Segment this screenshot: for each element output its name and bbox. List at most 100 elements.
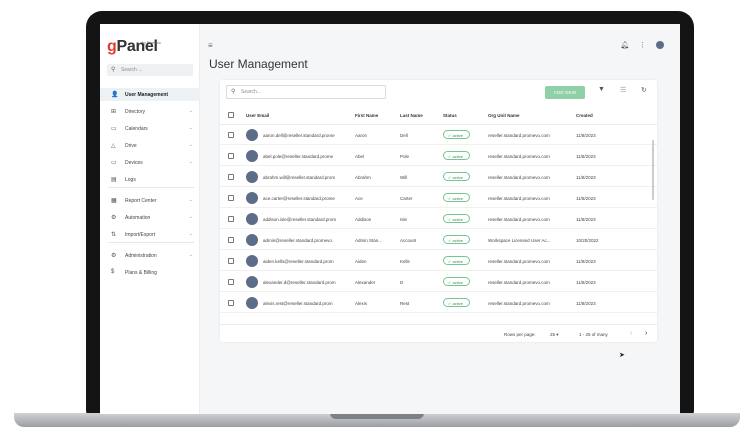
sidebar-item-import-export[interactable]: ⇅ Import/Export ⌄ (100, 228, 200, 241)
sidebar-item-label: Logs (125, 177, 136, 183)
cell-email[interactable]: aiden.kells@reseller.standard.prom (263, 259, 353, 264)
org-chart-icon: ⊞ (111, 109, 117, 115)
menu-icon[interactable]: ≡ (208, 41, 213, 50)
column-header-org-unit[interactable]: Org Unit Name (488, 113, 520, 118)
user-avatar (246, 192, 258, 204)
cell-email[interactable]: ace.carter@reseller.standard.prome (263, 196, 353, 201)
status-text: active (452, 259, 463, 264)
cell-created: 11/8/2023 (576, 280, 596, 285)
columns-icon[interactable]: ☰ (620, 86, 626, 94)
sidebar-search-input[interactable]: ⚲ Search ... (107, 64, 193, 76)
sidebar-item-administration[interactable]: ⚙ Administration ⌄ (100, 249, 200, 262)
prev-page-icon[interactable]: ‹ (630, 330, 632, 337)
status-badge: ✓ active (443, 256, 470, 265)
person-icon: 👤 (111, 92, 119, 98)
table-row[interactable]: abrahm.will@reseller.standard.prom Abrahm… (220, 167, 657, 187)
sidebar-item-user-management[interactable]: 👤 User Management (100, 88, 200, 101)
cell-org-unit: reseller.standard.promevo.com (488, 154, 550, 159)
status-badge: ✓ active (443, 151, 470, 160)
cell-created: 10/20/2022 (576, 238, 599, 243)
select-all-checkbox[interactable] (228, 112, 234, 118)
column-header-first-name[interactable]: First Name (355, 113, 378, 118)
bell-icon[interactable]: 🔔︎ (620, 42, 629, 49)
row-checkbox[interactable] (228, 195, 234, 201)
sidebar-item-label: Report Center (125, 198, 157, 204)
table-row[interactable]: alexis.rest@reseller.standard.prom Alexis… (220, 293, 657, 313)
cell-email[interactable]: abrahm.will@reseller.standard.prom (263, 175, 353, 180)
add-new-button[interactable]: ADD NEW (545, 86, 585, 99)
sidebar-item-drive[interactable]: △ Drive ⌄ (100, 139, 200, 152)
chevron-down-icon[interactable]: ⌄ (189, 214, 193, 220)
table-row[interactable]: ace.carter@reseller.standard.prome Ace Car… (220, 188, 657, 208)
column-header-created[interactable]: Created (576, 113, 593, 118)
column-header-status[interactable]: Status (443, 113, 457, 118)
filter-icon[interactable]: ▼ (598, 86, 605, 93)
column-header-last-name[interactable]: Last Name (400, 113, 423, 118)
row-checkbox[interactable] (228, 153, 234, 159)
status-badge: ✓ active (443, 298, 470, 307)
cell-last-name: Isle (400, 217, 408, 222)
table-row[interactable]: abel.pole@reseller.standard.prome Abel Pol… (220, 146, 657, 166)
row-checkbox[interactable] (228, 279, 234, 285)
row-checkbox[interactable] (228, 300, 234, 306)
table-row[interactable]: aaron.dell@reseller.standard.prome Aaron D… (220, 125, 657, 145)
status-text: active (452, 196, 463, 201)
refresh-icon[interactable]: ↻ (641, 86, 647, 94)
cell-org-unit: Workspace Licensed User Ac... (488, 238, 551, 243)
chevron-down-icon[interactable]: ⌄ (189, 252, 193, 258)
user-avatar[interactable] (656, 41, 664, 50)
sidebar-item-logs[interactable]: ▤ Logs (100, 173, 200, 186)
chevron-down-icon[interactable]: ⌄ (189, 159, 193, 165)
cell-first-name: Aiden (355, 259, 367, 264)
row-checkbox[interactable] (228, 258, 234, 264)
row-checkbox[interactable] (228, 216, 234, 222)
chevron-down-icon[interactable]: ⌄ (189, 197, 193, 203)
calendar-icon: ▭ (111, 126, 117, 132)
topbar-actions: 🔔︎ ⋮ (612, 41, 664, 50)
sidebar-item-devices[interactable]: ▭ Devices ⌄ (100, 156, 200, 169)
sidebar-item-calendars[interactable]: ▭ Calendars ⌄ (100, 122, 200, 135)
table-scrollbar[interactable] (652, 140, 654, 200)
table-row[interactable]: alexander.d@reseller.standard.prom Alexan… (220, 272, 657, 292)
cell-email[interactable]: addison.isle@reseller.standard.prom (263, 217, 353, 222)
next-page-icon[interactable]: › (645, 330, 647, 337)
more-vertical-icon[interactable]: ⋮ (639, 42, 646, 49)
cell-first-name: Abrahm (355, 175, 371, 180)
row-checkbox[interactable] (228, 174, 234, 180)
users-table-card: ⚲ Search... ADD NEW ▼ ☰ ↻ User Email Fir… (220, 80, 657, 342)
cell-email[interactable]: alexis.rest@reseller.standard.prom (263, 301, 353, 306)
cell-last-name: Pole (400, 154, 410, 159)
cell-created: 11/8/2023 (576, 301, 596, 306)
row-checkbox[interactable] (228, 237, 234, 243)
chevron-down-icon[interactable]: ⌄ (189, 142, 193, 148)
sidebar-item-automation[interactable]: ⚙ Automation ⌄ (100, 211, 200, 224)
chevron-down-icon[interactable]: ⌄ (189, 231, 193, 237)
table-row[interactable]: aiden.kells@reseller.standard.prom Aiden K… (220, 251, 657, 271)
table-row[interactable]: addison.isle@reseller.standard.prom Addis… (220, 209, 657, 229)
table-search-input[interactable]: ⚲ Search... (226, 85, 386, 99)
sidebar-item-directory[interactable]: ⊞ Directory ⌄ (100, 105, 200, 118)
chevron-down-icon[interactable]: ⌄ (189, 108, 193, 114)
cell-created: 11/8/2023 (576, 217, 596, 222)
user-avatar (246, 150, 258, 162)
status-badge: ✓ active (443, 193, 470, 202)
user-avatar (246, 276, 258, 288)
cell-email[interactable]: abel.pole@reseller.standard.prome (263, 154, 353, 159)
rows-per-page-select[interactable]: 25 ▾ (550, 332, 559, 338)
cell-first-name: Alexis (355, 301, 368, 306)
cell-email[interactable]: admin@reseller.standard.promevo. (263, 238, 353, 243)
table-row[interactable]: admin@reseller.standard.promevo. Admin St… (220, 230, 657, 250)
row-checkbox[interactable] (228, 132, 234, 138)
sidebar-item-label: Drive (125, 143, 137, 149)
import-export-icon: ⇅ (111, 232, 117, 238)
sidebar-item-plans-billing[interactable]: $ Plans & Billing (100, 266, 200, 279)
cell-org-unit: reseller.standard.promevo.com (488, 133, 550, 138)
sidebar-item-report-center[interactable]: ▦ Report Center ⌄ (100, 194, 200, 207)
column-header-email[interactable]: User Email (246, 113, 269, 118)
chevron-down-icon[interactable]: ⌄ (189, 125, 193, 131)
admin-icon: ⚙ (111, 253, 117, 259)
cell-email[interactable]: alexander.d@reseller.standard.prom (263, 280, 353, 285)
cell-first-name: Addison (355, 217, 372, 222)
cell-email[interactable]: aaron.dell@reseller.standard.prome (263, 133, 353, 138)
cell-org-unit: reseller.standard.promevo.com (488, 280, 550, 285)
